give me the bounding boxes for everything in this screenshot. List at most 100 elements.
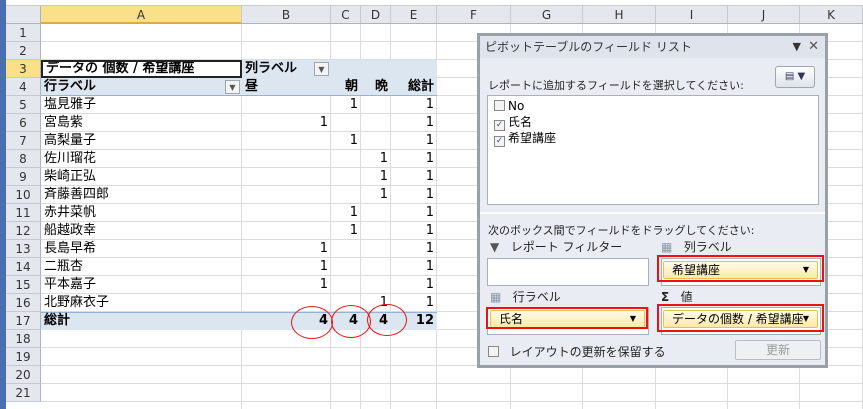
pivot-value-cell[interactable]: 1 [331, 96, 361, 114]
row-header-3[interactable]: 3 [6, 60, 41, 78]
pivot-value-cell[interactable] [242, 222, 331, 240]
select-all-button[interactable] [6, 6, 41, 24]
pivot-value-cell[interactable]: 1 [391, 132, 437, 150]
column-header-J[interactable]: J [728, 6, 800, 24]
pivot-row-name[interactable]: 高梨量子 [41, 132, 242, 150]
pivot-row-name[interactable]: 柴崎正弘 [41, 168, 242, 186]
col-label-filter-dropdown[interactable]: ▼ [314, 62, 329, 76]
pivot-row-name[interactable]: 斉藤善四郎 [41, 186, 242, 204]
row-header-2[interactable]: 2 [6, 42, 41, 60]
pivot-row-name[interactable]: 佐川瑠花 [41, 150, 242, 168]
row-header-9[interactable]: 9 [6, 168, 41, 186]
pivot-value-header[interactable]: データの 個数 / 希望講座 [41, 60, 242, 78]
row-header-8[interactable]: 8 [6, 150, 41, 168]
row-header-21[interactable]: 21 [6, 384, 41, 402]
row-header-16[interactable]: 16 [6, 294, 41, 312]
pivot-value-cell[interactable]: 1 [242, 240, 331, 258]
pivot-value-cell[interactable]: 1 [361, 150, 391, 168]
column-header-D[interactable]: D [361, 6, 391, 24]
row-header-17[interactable]: 17 [6, 312, 41, 330]
pivot-value-cell[interactable]: 1 [242, 114, 331, 132]
pivot-value-cell[interactable]: 1 [391, 222, 437, 240]
pivot-value-cell[interactable]: 1 [242, 258, 331, 276]
row-header-7[interactable]: 7 [6, 132, 41, 150]
pivot-value-cell[interactable]: 1 [331, 132, 361, 150]
pivot-value-cell[interactable] [331, 276, 361, 294]
pivot-value-cell[interactable]: 1 [361, 168, 391, 186]
field-item[interactable]: ✓ 希望講座 [491, 130, 815, 147]
row-header-12[interactable]: 12 [6, 222, 41, 240]
row-header-6[interactable]: 6 [6, 114, 41, 132]
pivot-row-name[interactable]: 塩見雅子 [41, 96, 242, 114]
pivot-value-cell[interactable] [331, 168, 361, 186]
pivot-value-cell[interactable] [242, 168, 331, 186]
row-header-5[interactable]: 5 [6, 96, 41, 114]
column-header-H[interactable]: H [583, 6, 656, 24]
row-label-filter-dropdown[interactable]: ▼ [225, 80, 240, 94]
pivot-row-name[interactable]: 船越政幸 [41, 222, 242, 240]
row-header-18[interactable]: 18 [6, 330, 41, 348]
pivot-row-name[interactable]: 宮島紫 [41, 114, 242, 132]
report-filter-drop-area[interactable] [487, 258, 649, 286]
column-header-B[interactable]: B [242, 6, 331, 24]
pivot-value-cell[interactable] [361, 258, 391, 276]
pivot-value-cell[interactable] [242, 186, 331, 204]
pivot-value-cell[interactable] [361, 114, 391, 132]
defer-update-checkbox[interactable]: レイアウトの更新を保留する [488, 343, 666, 360]
row-header-19[interactable]: 19 [6, 348, 41, 366]
pivot-value-cell[interactable] [361, 96, 391, 114]
row-header-4[interactable]: 4 [6, 78, 41, 96]
row-header-1[interactable]: 1 [6, 24, 41, 42]
row-header-20[interactable]: 20 [6, 366, 41, 384]
splitter[interactable] [480, 212, 825, 214]
pivot-row-name[interactable]: 赤井菜帆 [41, 204, 242, 222]
pivot-value-cell[interactable]: 1 [361, 186, 391, 204]
field-checkbox[interactable]: ✓ [494, 136, 505, 147]
row-header-10[interactable]: 10 [6, 186, 41, 204]
pivot-value-cell[interactable] [361, 204, 391, 222]
pivot-value-cell[interactable] [331, 150, 361, 168]
column-header-E[interactable]: E [391, 6, 437, 24]
pivot-value-cell[interactable] [331, 258, 361, 276]
column-header-I[interactable]: I [656, 6, 728, 24]
row-header-11[interactable]: 11 [6, 204, 41, 222]
update-button[interactable]: 更新 [735, 340, 821, 360]
pivot-value-cell[interactable]: 1 [391, 96, 437, 114]
pivot-row-name[interactable]: 平本嘉子 [41, 276, 242, 294]
close-icon[interactable]: ✕ [808, 36, 819, 58]
field-item[interactable]: ✓ 氏名 [491, 114, 815, 131]
pivot-row-name[interactable]: 北野麻衣子 [41, 294, 242, 312]
pivot-row-name[interactable]: 長島早希 [41, 240, 242, 258]
row-header-15[interactable]: 15 [6, 276, 41, 294]
column-header-C[interactable]: C [331, 6, 361, 24]
pivot-value-cell[interactable]: 1 [242, 276, 331, 294]
column-header-K[interactable]: K [800, 6, 863, 24]
pivot-value-cell[interactable] [331, 114, 361, 132]
pivot-value-cell[interactable]: 1 [391, 114, 437, 132]
column-header-F[interactable]: F [437, 6, 511, 24]
pivot-value-cell[interactable] [361, 222, 391, 240]
pivot-value-cell[interactable]: 1 [391, 168, 437, 186]
pivot-value-cell[interactable]: 1 [391, 186, 437, 204]
row-header-14[interactable]: 14 [6, 258, 41, 276]
pivot-value-cell[interactable]: 1 [331, 222, 361, 240]
pivot-value-cell[interactable] [242, 150, 331, 168]
column-header-G[interactable]: G [511, 6, 583, 24]
pivot-value-cell[interactable]: 1 [391, 276, 437, 294]
field-checkbox[interactable] [494, 100, 505, 111]
pivot-value-cell[interactable] [361, 276, 391, 294]
column-header-A[interactable]: A [41, 6, 242, 24]
checkbox[interactable] [488, 346, 499, 357]
pivot-value-cell[interactable] [242, 204, 331, 222]
pivot-value-cell[interactable] [331, 186, 361, 204]
field-item[interactable]: No [491, 98, 815, 114]
pivot-value-cell[interactable]: 1 [391, 204, 437, 222]
pivot-value-cell[interactable] [361, 132, 391, 150]
panel-menu-icon[interactable]: ▼ [793, 36, 801, 58]
layout-options-button[interactable]: ▤ ▼ [775, 66, 815, 88]
pivot-value-cell[interactable]: 1 [391, 150, 437, 168]
pivot-value-cell[interactable]: 1 [331, 204, 361, 222]
pivot-value-cell[interactable] [242, 132, 331, 150]
pivot-value-cell[interactable]: 1 [391, 240, 437, 258]
pivot-value-cell[interactable]: 1 [391, 258, 437, 276]
